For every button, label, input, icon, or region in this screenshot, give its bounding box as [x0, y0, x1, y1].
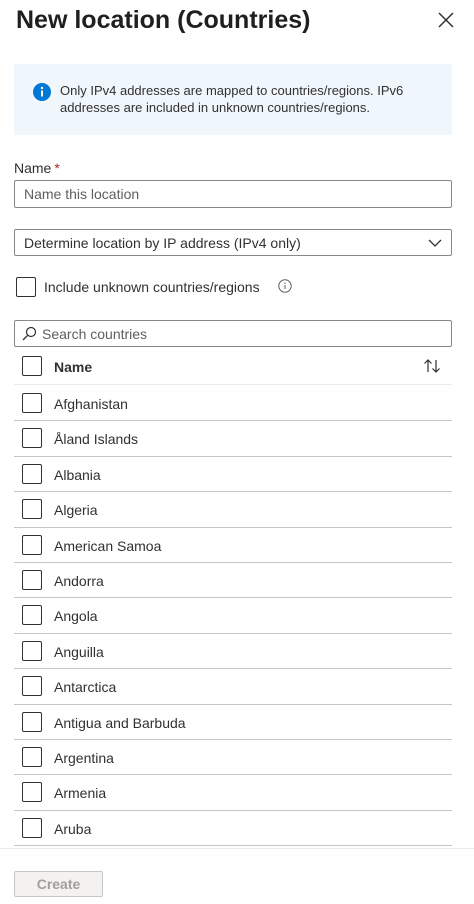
table-row[interactable]: Antarctica — [14, 669, 452, 705]
search-countries-box — [14, 320, 452, 347]
search-countries-input[interactable] — [42, 323, 442, 344]
panel-title: New location (Countries) — [16, 6, 311, 34]
close-icon[interactable] — [434, 8, 458, 32]
row-country-name: Argentina — [54, 749, 114, 766]
chevron-down-icon — [428, 236, 442, 250]
include-unknown-label: Include unknown countries/regions — [44, 279, 260, 295]
row-country-name: American Samoa — [54, 537, 162, 554]
search-icon — [22, 326, 37, 341]
row-country-name: Andorra — [54, 572, 104, 589]
info-tooltip-icon[interactable] — [278, 279, 292, 293]
table-row[interactable]: Afghanistan — [14, 386, 452, 422]
location-method-value: Determine location by IP address (IPv4 o… — [24, 235, 301, 251]
table-row[interactable]: Armenia — [14, 775, 452, 811]
row-country-name: Angola — [54, 608, 98, 625]
row-checkbox[interactable] — [22, 711, 42, 732]
footer-divider — [0, 848, 474, 849]
row-country-name: Afghanistan — [54, 396, 128, 412]
info-text: Only IPv4 addresses are mapped to countr… — [60, 83, 404, 115]
countries-grid: Name Afghanistan Åland Islands Albania Alge… — [14, 349, 452, 846]
row-country-name: Albania — [54, 466, 101, 483]
grid-rows: Afghanistan Åland Islands Albania Algeria Am… — [14, 386, 452, 846]
info-banner: Only IPv4 addresses are mapped to countr… — [14, 64, 452, 135]
table-row[interactable]: Albania — [14, 457, 452, 493]
name-label-text: Name — [14, 160, 52, 176]
name-input[interactable] — [14, 180, 452, 208]
row-checkbox[interactable] — [22, 605, 42, 626]
row-checkbox[interactable] — [22, 534, 42, 555]
row-checkbox[interactable] — [22, 676, 42, 697]
table-row[interactable]: Anguilla — [14, 634, 452, 670]
row-checkbox[interactable] — [22, 640, 42, 661]
row-checkbox[interactable] — [22, 746, 42, 767]
row-checkbox[interactable] — [22, 393, 42, 413]
info-icon — [33, 83, 51, 101]
row-checkbox[interactable] — [22, 817, 42, 838]
panel-header: New location (Countries) — [16, 4, 458, 38]
create-button[interactable]: Create — [14, 871, 103, 897]
grid-header: Name — [14, 349, 452, 385]
select-all-checkbox[interactable] — [22, 356, 42, 376]
row-country-name: Antigua and Barbuda — [54, 714, 186, 731]
table-row[interactable]: Andorra — [14, 563, 452, 599]
include-unknown-checkbox[interactable] — [16, 277, 36, 297]
table-row[interactable]: Åland Islands — [14, 421, 452, 457]
row-checkbox[interactable] — [22, 428, 42, 449]
table-row[interactable]: Argentina — [14, 740, 452, 776]
sort-icon[interactable] — [422, 357, 442, 375]
row-country-name: Armenia — [54, 785, 107, 802]
include-unknown-row: Include unknown countries/regions — [14, 276, 414, 298]
table-row[interactable]: Angola — [14, 598, 452, 634]
table-row[interactable]: Algeria — [14, 492, 452, 528]
row-country-name: Åland Islands — [54, 431, 139, 448]
column-header-name[interactable]: Name — [54, 358, 92, 376]
row-country-name: Algeria — [54, 502, 98, 519]
row-checkbox[interactable] — [22, 782, 42, 803]
new-location-panel: New location (Countries) Only IPv4 addre… — [0, 0, 474, 904]
location-method-dropdown[interactable]: Determine location by IP address (IPv4 o… — [14, 229, 452, 256]
row-checkbox[interactable] — [22, 569, 42, 590]
row-country-name: Anguilla — [54, 643, 104, 660]
row-checkbox[interactable] — [22, 499, 42, 520]
table-row[interactable]: American Samoa — [14, 528, 452, 563]
row-checkbox[interactable] — [22, 463, 42, 484]
required-mark: * — [54, 160, 60, 176]
row-country-name: Antarctica — [54, 679, 117, 696]
table-row[interactable]: Antigua and Barbuda — [14, 705, 452, 740]
table-row[interactable]: Aruba — [14, 811, 452, 846]
row-country-name: Aruba — [54, 820, 92, 837]
name-label: Name * — [14, 159, 60, 177]
